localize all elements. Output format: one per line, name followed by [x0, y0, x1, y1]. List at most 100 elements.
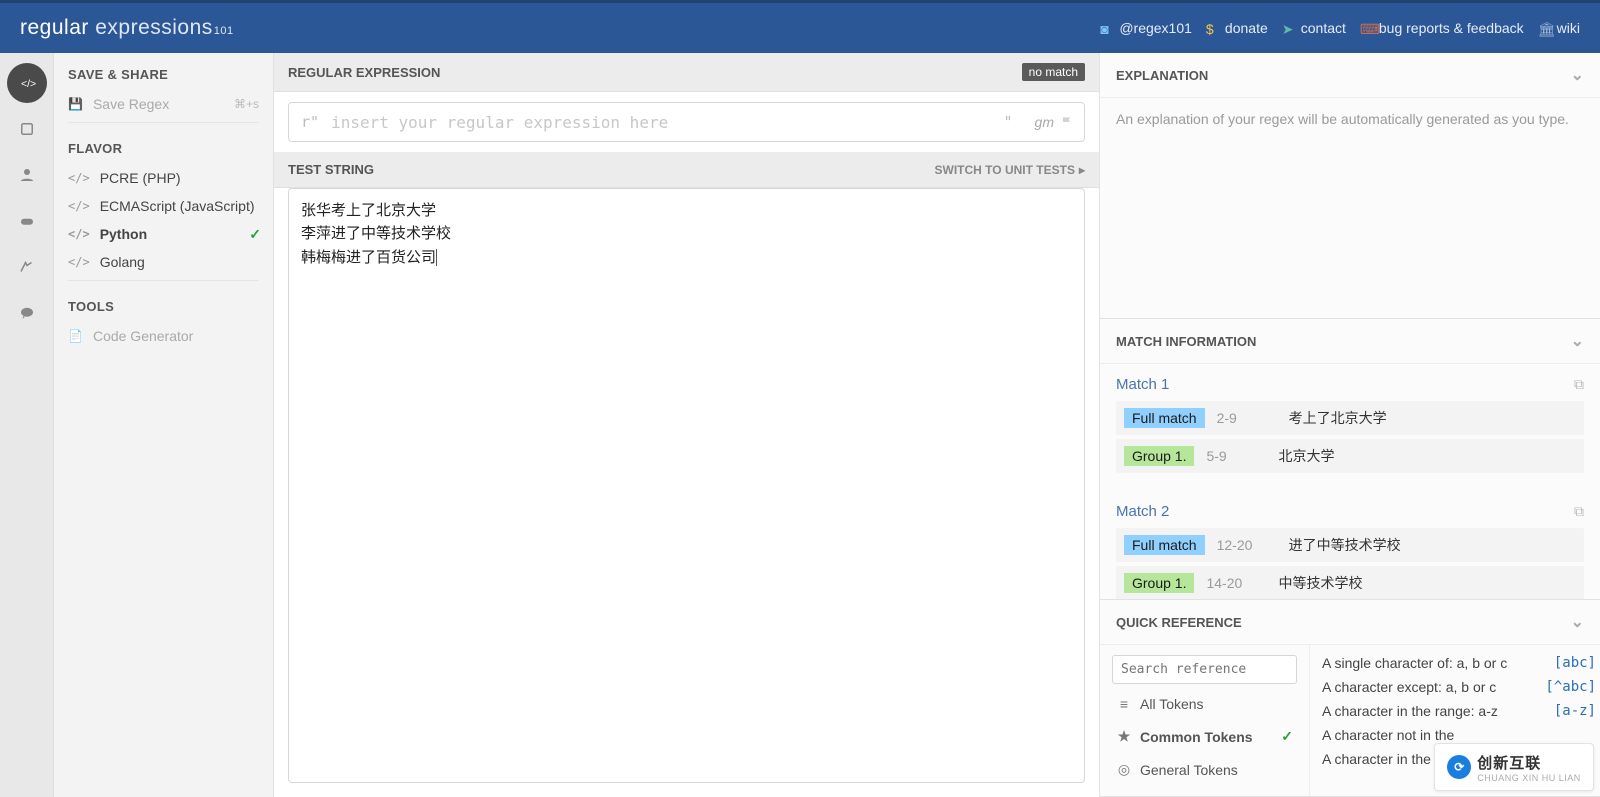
match-block: Match 1⧉Full match 2-9 考上了北京大学Group 1. 5…: [1100, 364, 1600, 491]
qr-item[interactable]: A character not in the: [1322, 727, 1596, 743]
center-panel: REGULAR EXPRESSION no match r" " gm TEST…: [274, 53, 1100, 797]
rail-chat-icon[interactable]: [7, 293, 47, 333]
regex-input[interactable]: [331, 113, 991, 132]
match-info-head[interactable]: MATCH INFORMATION ⌄: [1100, 319, 1600, 364]
nav-twitter[interactable]: ◙ @regex101: [1100, 20, 1192, 36]
codegen-icon: 📄: [68, 329, 83, 343]
flavor-label: Python: [100, 226, 147, 242]
rail-settings-icon[interactable]: [7, 247, 47, 287]
save-share-title: SAVE & SHARE: [54, 53, 273, 90]
flavor-label: Golang: [100, 254, 145, 270]
nav-twitter-label: @regex101: [1119, 20, 1192, 36]
flavor-list: </> PCRE (PHP)</> ECMAScript (JavaScript…: [54, 164, 273, 276]
qr-cat-label: General Tokens: [1140, 762, 1238, 778]
flavor-row-python[interactable]: </> Python ✓: [54, 220, 273, 248]
rail-account-icon[interactable]: [7, 155, 47, 195]
top-navbar: regular expressions101 ◙@regex101 $donat…: [0, 0, 1600, 53]
open-external-icon[interactable]: ⧉: [1574, 503, 1584, 520]
match-row: Full match 2-9 考上了北京大学: [1116, 401, 1584, 435]
test-string-label: TEST STRING: [288, 162, 374, 177]
no-match-badge: no match: [1022, 63, 1085, 81]
chevron-down-icon: ⌄: [1571, 612, 1584, 632]
code-generator-label: Code Generator: [93, 328, 193, 344]
open-external-icon[interactable]: ⧉: [1574, 376, 1584, 393]
nav-wiki[interactable]: 🏛 wiki: [1538, 20, 1580, 36]
code-icon: </>: [68, 199, 90, 213]
qr-cat-label: All Tokens: [1140, 696, 1204, 712]
match-info-box: MATCH INFORMATION ⌄ Match 1 ⧉ Full match 2…: [1100, 319, 1600, 600]
regex-label: REGULAR EXPRESSION: [288, 65, 440, 80]
code-icon: </>: [68, 255, 90, 269]
explanation-head[interactable]: EXPLANATION ⌄: [1100, 53, 1600, 98]
nav-contact[interactable]: ➤contact: [1282, 20, 1346, 36]
nav-wiki-label: wiki: [1557, 20, 1580, 36]
qr-item-token: [a-z]: [1554, 703, 1596, 719]
watermark: ⟳ 创新互联 CHUANG XIN HU LIAN: [1434, 743, 1594, 791]
match-name: Match 2: [1116, 503, 1169, 520]
match-range: 5-9: [1206, 448, 1266, 464]
flavor-row-ecmascript-javascript-[interactable]: </> ECMAScript (JavaScript): [54, 192, 273, 220]
quick-ref-categories: ≡ All Tokens★ Common Tokens✓◎ General To…: [1100, 645, 1310, 796]
check-icon: ✓: [249, 226, 261, 243]
brand-suffix: 101: [214, 25, 234, 37]
nav-bugs[interactable]: ⌨bug reports & feedback: [1360, 20, 1524, 36]
match-row: Full match 12-20 进了中等技术学校: [1116, 528, 1584, 562]
bug-icon: ⌨: [1360, 21, 1374, 35]
quick-ref-search[interactable]: [1112, 655, 1297, 684]
watermark-cn: 创新互联: [1477, 752, 1581, 773]
test-panel-head: TEST STRING SWITCH TO UNIT TESTS ▸: [274, 152, 1099, 188]
code-icon: </>: [68, 227, 90, 241]
regex-delim-left: r": [289, 113, 331, 131]
check-icon: ✓: [1281, 728, 1293, 745]
save-regex-row[interactable]: 💾 Save Regex ⌘+s: [54, 90, 273, 118]
right-panel: EXPLANATION ⌄ An explanation of your reg…: [1100, 53, 1600, 797]
flavor-title: FLAVOR: [54, 127, 273, 164]
match-tag: Group 1.: [1124, 573, 1194, 593]
match-tag: Full match: [1124, 535, 1205, 555]
nav-donate-label: donate: [1225, 20, 1268, 36]
match-range: 12-20: [1217, 537, 1277, 553]
twitter-icon: ◙: [1100, 21, 1114, 35]
qr-cat-common-tokens[interactable]: ★ Common Tokens✓: [1112, 720, 1297, 753]
tools-title: TOOLS: [54, 285, 273, 322]
test-string-input[interactable]: 张华考上了北京大学 李萍进了中等技术学校 韩梅梅进了百货公司: [288, 188, 1085, 783]
flavor-row-pcre-php-[interactable]: </> PCRE (PHP): [54, 164, 273, 192]
match-text: 进了中等技术学校: [1289, 535, 1401, 555]
text-caret: [436, 249, 437, 266]
qr-item[interactable]: A single character of: a, b or c [abc]: [1322, 655, 1596, 671]
qr-item[interactable]: A character except: a, b or c [^abc]: [1322, 679, 1596, 695]
regex-flags[interactable]: gm: [1025, 114, 1084, 130]
qr-item-desc: A character in the range: a-z: [1322, 703, 1498, 719]
list-icon: ≡: [1116, 696, 1132, 712]
rail-game-icon[interactable]: [7, 201, 47, 241]
match-title-row: Match 1 ⧉: [1116, 376, 1584, 393]
match-tag: Full match: [1124, 408, 1205, 428]
dollar-icon: $: [1206, 21, 1220, 35]
qr-cat-general-tokens[interactable]: ◎ General Tokens: [1112, 753, 1297, 786]
qr-cat-all-tokens[interactable]: ≡ All Tokens: [1112, 688, 1297, 720]
switch-unit-tests[interactable]: SWITCH TO UNIT TESTS ▸: [935, 163, 1085, 177]
match-range: 14-20: [1206, 575, 1266, 591]
code-generator-row[interactable]: 📄 Code Generator: [54, 322, 273, 350]
wiki-icon: 🏛: [1538, 21, 1552, 35]
match-name: Match 1: [1116, 376, 1169, 393]
qr-item-token: [^abc]: [1545, 679, 1596, 695]
switch-unit-tests-label: SWITCH TO UNIT TESTS: [935, 163, 1075, 177]
flag-icon: [1060, 115, 1074, 129]
explanation-title: EXPLANATION: [1116, 68, 1208, 83]
quick-ref-head[interactable]: QUICK REFERENCE ⌄: [1100, 600, 1600, 645]
rail-library-icon[interactable]: [7, 109, 47, 149]
regex-input-row: r" " gm: [288, 102, 1085, 142]
rail-regex-icon[interactable]: </>: [7, 63, 47, 103]
explanation-body: An explanation of your regex will be aut…: [1100, 98, 1600, 318]
explanation-box: EXPLANATION ⌄ An explanation of your reg…: [1100, 53, 1600, 319]
qr-item-token: [abc]: [1554, 655, 1596, 671]
watermark-logo-icon: ⟳: [1447, 755, 1471, 779]
quick-ref-title: QUICK REFERENCE: [1116, 615, 1242, 630]
flavor-row-golang[interactable]: </> Golang: [54, 248, 273, 276]
flavor-label: PCRE (PHP): [100, 170, 181, 186]
match-info-title: MATCH INFORMATION: [1116, 334, 1256, 349]
match-text: 北京大学: [1278, 446, 1334, 466]
qr-item[interactable]: A character in the range: a-z [a-z]: [1322, 703, 1596, 719]
nav-donate[interactable]: $ donate: [1206, 20, 1268, 36]
